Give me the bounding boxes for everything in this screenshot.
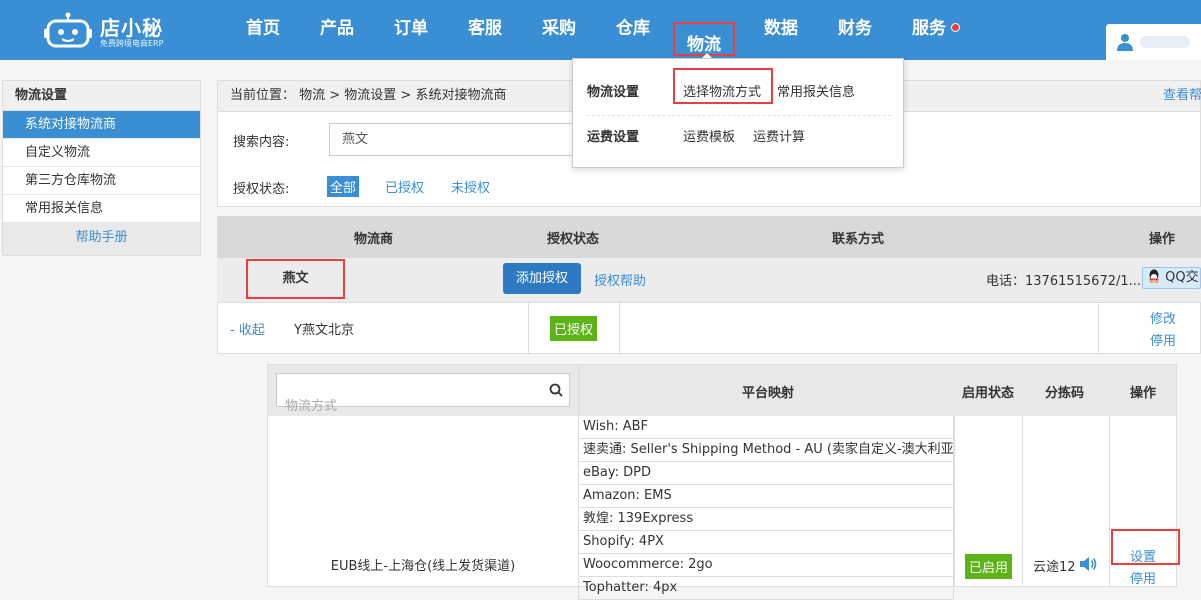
sidebar: 物流设置 系统对接物流商 自定义物流 第三方仓库物流 常用报关信息 帮助手册 xyxy=(2,80,201,256)
dropdown-group-logistics-settings: 物流设置 xyxy=(587,85,640,100)
platform-mapping-list: Wish: ABF 速卖通: Seller's Shipping Method … xyxy=(578,416,954,600)
auth-filter-all[interactable]: 全部 xyxy=(327,176,360,197)
carrier-phone: 电话：13761515672/1... xyxy=(986,274,1142,289)
sidebar-item-system-carriers[interactable]: 系统对接物流商 xyxy=(3,111,200,139)
nav-logistics[interactable]: 物流 xyxy=(673,22,735,56)
header-carrier: 物流商 xyxy=(354,232,394,247)
header-sort-code: 分拣码 xyxy=(1045,386,1085,401)
sort-code: 云途12 xyxy=(1033,560,1076,575)
mapping-row: Woocommerce: 2go xyxy=(578,554,954,577)
nav-warehouse[interactable]: 仓库 xyxy=(616,14,650,39)
account-name: Y燕文北京 xyxy=(294,323,354,338)
status-badge: 已授权 xyxy=(550,316,598,341)
notification-dot xyxy=(951,23,960,32)
search-icon[interactable] xyxy=(549,383,563,397)
header-platform-mapping: 平台映射 xyxy=(742,386,795,401)
header-operations: 操作 xyxy=(1130,386,1157,401)
auth-filter-label: 授权状态: xyxy=(233,182,290,197)
auth-filter-unauthorized[interactable]: 未授权 xyxy=(448,176,493,197)
header-operations: 操作 xyxy=(1149,232,1176,247)
disable-method-link[interactable]: 停用 xyxy=(1130,568,1156,587)
auth-filter-authorized[interactable]: 已授权 xyxy=(382,176,427,197)
method-name: EUB线上-上海仓(线上发货渠道) xyxy=(330,559,516,574)
brand-name: 店小秘 xyxy=(100,16,163,40)
nav-finance[interactable]: 财务 xyxy=(838,14,872,39)
nav-customer-service[interactable]: 客服 xyxy=(468,14,502,39)
enabled-badge: 已启用 xyxy=(965,554,1013,579)
user-menu[interactable] xyxy=(1106,24,1201,60)
mapping-row: 速卖通: Seller's Shipping Method - AU (卖家自定… xyxy=(578,439,954,462)
username-redacted xyxy=(1140,36,1190,48)
search-input[interactable]: 燕文 xyxy=(329,123,589,156)
menu-item-customs-info[interactable]: 常用报关信息 xyxy=(777,81,855,100)
mapping-row: Wish: ABF xyxy=(578,416,954,439)
qq-label: QQ交 xyxy=(1165,270,1199,285)
header-auth-status: 授权状态 xyxy=(547,232,600,247)
brand-logo[interactable]: 店小秘 免费跨境电商ERP xyxy=(44,8,184,52)
menu-item-freight-calculator[interactable]: 运费计算 xyxy=(753,126,805,145)
shipping-method-table: 物流方式 平台映射 启用状态 分拣码 操作 EUB线上-上海仓(线上发货渠道) … xyxy=(267,364,1180,600)
carrier-row: 燕文 添加授权 授权帮助 电话：13761515672/1... QQ交 xyxy=(217,258,1201,302)
sidebar-item-custom-logistics[interactable]: 自定义物流 xyxy=(3,139,200,167)
qq-icon xyxy=(1149,269,1159,283)
carrier-name: 燕文 xyxy=(246,259,345,299)
nav-products[interactable]: 产品 xyxy=(320,14,354,39)
collapse-link[interactable]: - 收起 xyxy=(230,319,265,338)
nav-purchasing[interactable]: 采购 xyxy=(542,14,576,39)
mapping-row: Tophatter: 4px xyxy=(578,577,954,600)
header-contact: 联系方式 xyxy=(832,232,885,247)
menu-item-freight-template[interactable]: 运费模板 xyxy=(683,126,735,145)
sidebar-title: 物流设置 xyxy=(3,81,200,111)
breadcrumb-text: 当前位置： 物流 > 物流设置 > 系统对接物流商 xyxy=(230,88,507,103)
qq-contact-button[interactable]: QQ交 xyxy=(1142,267,1201,289)
mapping-row: Shopify: 4PX xyxy=(578,531,954,554)
user-avatar-icon xyxy=(1117,34,1133,51)
mapping-row: 敦煌: 139Express xyxy=(578,508,954,531)
method-search-input[interactable]: 物流方式 xyxy=(276,373,570,414)
method-table-header: 物流方式 平台映射 启用状态 分拣码 操作 xyxy=(268,365,1176,416)
add-authorization-button[interactable]: 添加授权 xyxy=(503,263,581,294)
menu-item-select-shipping-method[interactable]: 选择物流方式 xyxy=(683,81,761,100)
brand-tagline: 免费跨境电商ERP xyxy=(100,39,164,48)
logistics-dropdown-menu: 物流设置 选择物流方式 常用报关信息 运费设置 运费模板 运费计算 xyxy=(572,58,904,168)
view-help-link[interactable]: 查看帮 xyxy=(1163,81,1201,111)
nav-services[interactable]: 服务 xyxy=(912,14,946,39)
mapping-row: eBay: DPD xyxy=(578,462,954,485)
help-manual-link[interactable]: 帮助手册 xyxy=(3,223,200,255)
nav-home[interactable]: 首页 xyxy=(246,14,280,39)
robot-logo-icon xyxy=(44,12,92,48)
carrier-table-header: 物流商 授权状态 联系方式 操作 xyxy=(217,216,1201,258)
mapping-row: Amazon: EMS xyxy=(578,485,954,508)
dropdown-group-freight-settings: 运费设置 xyxy=(587,130,640,145)
nav-orders[interactable]: 订单 xyxy=(394,14,428,39)
disable-link[interactable]: 停用 xyxy=(1150,330,1176,349)
search-label: 搜索内容: xyxy=(233,135,290,150)
edit-link[interactable]: 修改 xyxy=(1150,308,1176,327)
nav-data[interactable]: 数据 xyxy=(764,14,798,39)
speaker-icon[interactable] xyxy=(1078,555,1098,573)
authorization-help-link[interactable]: 授权帮助 xyxy=(594,270,646,289)
sidebar-item-customs-info[interactable]: 常用报关信息 xyxy=(3,195,200,223)
settings-link[interactable]: 设置 xyxy=(1130,546,1156,565)
top-navigation-bar: 店小秘 免费跨境电商ERP 首页 产品 订单 客服 采购 仓库 物流 数据 财务… xyxy=(0,0,1201,60)
header-enabled: 启用状态 xyxy=(962,386,1015,401)
account-row: - 收起 Y燕文北京 已授权 修改 停用 xyxy=(217,302,1201,354)
sidebar-item-third-party-warehouse[interactable]: 第三方仓库物流 xyxy=(3,167,200,195)
